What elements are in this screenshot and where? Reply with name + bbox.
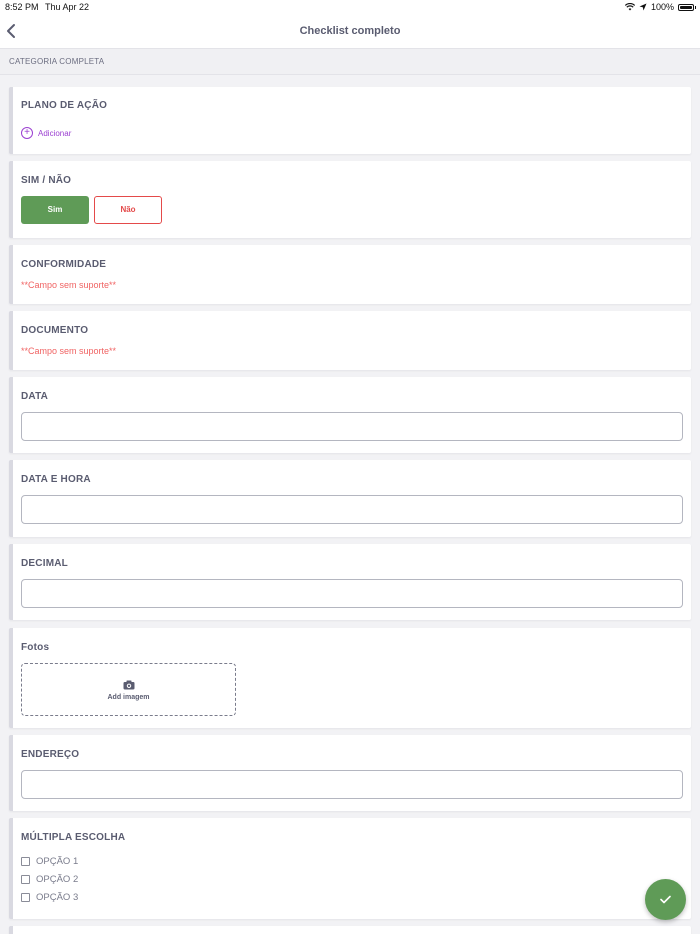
- option-label: OPÇÃO 3: [36, 892, 79, 903]
- page-title: Checklist completo: [299, 25, 401, 37]
- card-plano-de-acao: PLANO DE AÇÃO + Adicionar: [9, 87, 691, 154]
- option-label: OPÇÃO 2: [36, 874, 79, 885]
- option-checkbox[interactable]: OPÇÃO 2: [21, 874, 78, 885]
- plano-de-acao-label: PLANO DE AÇÃO: [21, 100, 108, 111]
- card-fotos: Fotos Add imagem: [9, 628, 691, 728]
- confirm-button[interactable]: [645, 879, 686, 920]
- data-label: DATA: [21, 391, 49, 402]
- card-documento: DOCUMENTO **Campo sem suporte**: [9, 311, 691, 370]
- documento-error: **Campo sem suporte**: [21, 346, 117, 356]
- card-data: DATA: [9, 377, 691, 453]
- option-label: OPÇÃO 1: [36, 856, 79, 867]
- category-title: CATEGORIA COMPLETA: [9, 57, 105, 66]
- decimal-field[interactable]: [21, 579, 683, 608]
- multipla-escolha-label: MÚLTIPLA ESCOLHA: [21, 832, 126, 843]
- card-conformidade: CONFORMIDADE **Campo sem suporte**: [9, 245, 691, 304]
- sim-nao-label: SIM / NÃO: [21, 175, 72, 186]
- documento-label: DOCUMENTO: [21, 325, 89, 336]
- card-sim-nao: SIM / NÃO Sim Não: [9, 161, 691, 238]
- date-field[interactable]: [21, 412, 683, 441]
- data-e-hora-label: DATA E HORA: [21, 474, 91, 485]
- conformidade-error: **Campo sem suporte**: [21, 280, 117, 290]
- battery-percent: 100%: [650, 2, 674, 12]
- endereco-label: ENDEREÇO: [21, 749, 80, 760]
- add-image-label: Add imagem: [107, 694, 150, 701]
- no-button[interactable]: Não: [94, 196, 162, 224]
- fotos-label: Fotos: [21, 642, 50, 653]
- datetime-field[interactable]: [21, 495, 683, 524]
- add-action-plan-label: Adicionar: [38, 128, 72, 138]
- plus-circle-icon: +: [21, 127, 33, 139]
- status-date: Thu Apr 22: [45, 2, 90, 12]
- option-checkbox[interactable]: OPÇÃO 1: [21, 856, 78, 867]
- add-action-plan-button[interactable]: + Adicionar: [21, 127, 71, 139]
- conformidade-label: CONFORMIDADE: [21, 259, 107, 270]
- card-multipla-escolha: MÚLTIPLA ESCOLHA OPÇÃO 1 OPÇÃO 2 OPÇÃO 3: [9, 818, 691, 919]
- camera-icon: [123, 680, 135, 690]
- card-decimal: DECIMAL: [9, 544, 691, 620]
- navigation-bar: Checklist completo: [0, 14, 700, 48]
- status-right: 100%: [624, 2, 696, 12]
- card-next-partial: [9, 926, 691, 934]
- add-image-button[interactable]: Add imagem: [21, 663, 236, 716]
- yes-button[interactable]: Sim: [21, 196, 89, 224]
- card-data-e-hora: DATA E HORA: [9, 460, 691, 537]
- category-header: CATEGORIA COMPLETA: [0, 48, 700, 75]
- option-checkbox[interactable]: OPÇÃO 3: [21, 892, 78, 903]
- status-time: 8:52 PM: [5, 2, 39, 12]
- decimal-label: DECIMAL: [21, 558, 68, 569]
- checkbox-icon: [21, 857, 30, 866]
- checkbox-icon: [21, 893, 30, 902]
- location-arrow-icon: [639, 3, 647, 11]
- card-endereco: ENDEREÇO: [9, 735, 691, 811]
- wifi-icon: [624, 3, 635, 11]
- checkbox-icon: [21, 875, 30, 884]
- address-field[interactable]: [21, 770, 683, 799]
- check-icon: [660, 895, 671, 904]
- status-bar: 8:52 PM Thu Apr 22 100%: [0, 0, 700, 14]
- battery-icon: [678, 3, 696, 11]
